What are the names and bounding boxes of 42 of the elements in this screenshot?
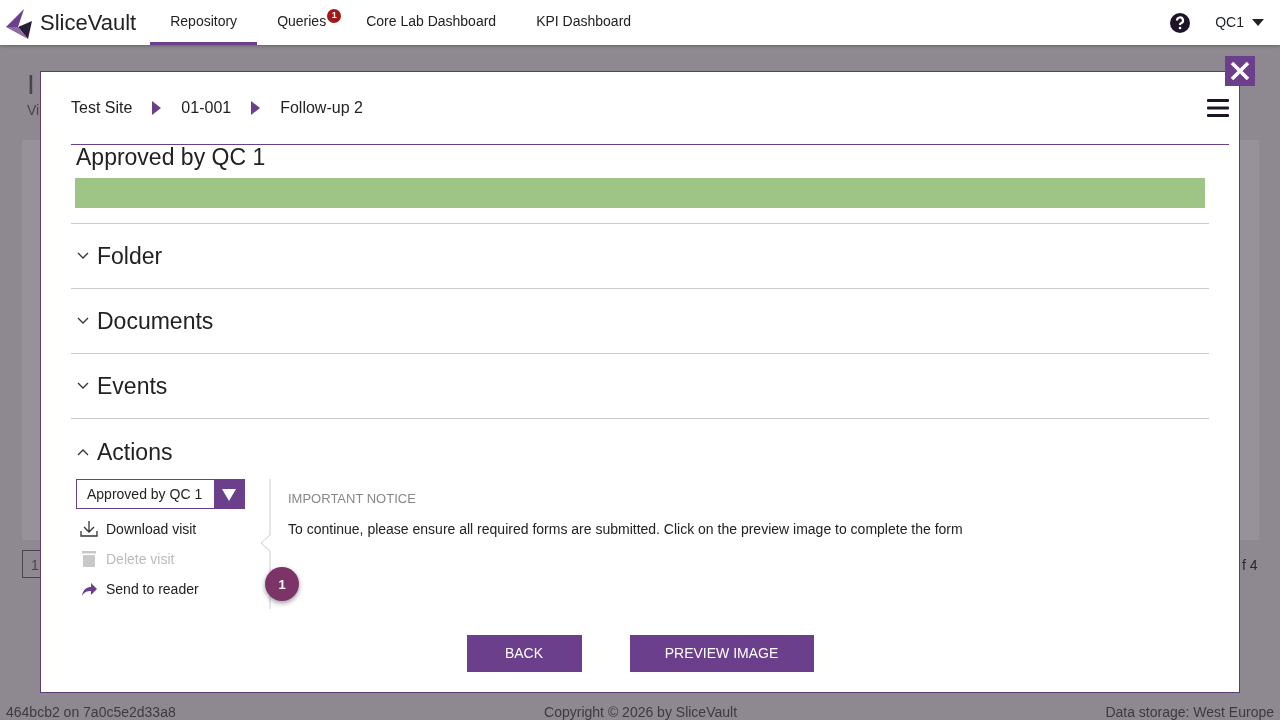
close-button[interactable] <box>1225 56 1255 86</box>
section-header[interactable]: Events <box>71 354 1209 420</box>
step-badge: 1 <box>265 567 299 602</box>
pager-total: f 4 <box>1242 556 1258 575</box>
action-button[interactable]: PREVIEW IMAGE <box>629 635 814 673</box>
chevron-down-icon <box>77 252 89 261</box>
close-icon <box>1229 60 1251 82</box>
page-heading: I <box>27 68 35 102</box>
help-icon[interactable] <box>1169 11 1192 34</box>
action-link[interactable]: Download visit <box>76 514 266 545</box>
chevron-icon <box>251 101 261 115</box>
nav-tab[interactable]: KPI Dashboard <box>516 0 652 45</box>
chevron-down-icon <box>77 317 89 326</box>
breadcrumb-link[interactable]: Test Site <box>71 96 133 120</box>
trash-icon <box>80 550 98 569</box>
breadcrumb-link[interactable]: 01-001 <box>181 96 232 120</box>
nav-tab[interactable]: Repository <box>150 0 258 45</box>
brand-name: SliceVault <box>40 9 137 37</box>
nav-tab[interactable]: Queries 1 <box>257 0 347 45</box>
page-subheading: Vi <box>27 101 40 120</box>
section-header[interactable]: Folder <box>71 224 1209 290</box>
status-label: Approved by QC 1 <box>75 145 267 171</box>
chevron-up-icon <box>77 447 89 456</box>
footer-text: Copyright © 2026 by SliceVault <box>544 703 737 720</box>
notice-title: IMPORTANT NOTICE <box>288 490 417 509</box>
footer-text: Data storage: West Europe <box>1105 703 1274 720</box>
caret-icon <box>222 488 236 501</box>
chevron-icon <box>152 101 162 115</box>
notice-text: To continue, please ensure all required forms are submitted. Click on the preview image to complete the form <box>288 519 963 539</box>
download-icon <box>80 520 98 539</box>
breadcrumb-link[interactable]: Follow-up 2 <box>280 96 363 120</box>
footer-text: 464bcb2 on 7a0c5e2d33a8 <box>6 703 176 720</box>
section-header[interactable]: Documents <box>71 289 1209 355</box>
chevron-down-icon <box>77 382 89 391</box>
menu-icon[interactable] <box>1207 99 1229 117</box>
nav-tab[interactable]: Core Lab Dashboard <box>346 0 517 45</box>
action-link[interactable]: Send to reader <box>76 574 266 605</box>
notification-badge: 1 <box>327 9 342 23</box>
action-button[interactable]: BACK <box>466 635 582 673</box>
caret-icon <box>1252 19 1264 26</box>
user-menu[interactable]: QC1 <box>1215 12 1264 33</box>
status-dropdown[interactable]: Approved by QC 1 <box>76 479 245 510</box>
